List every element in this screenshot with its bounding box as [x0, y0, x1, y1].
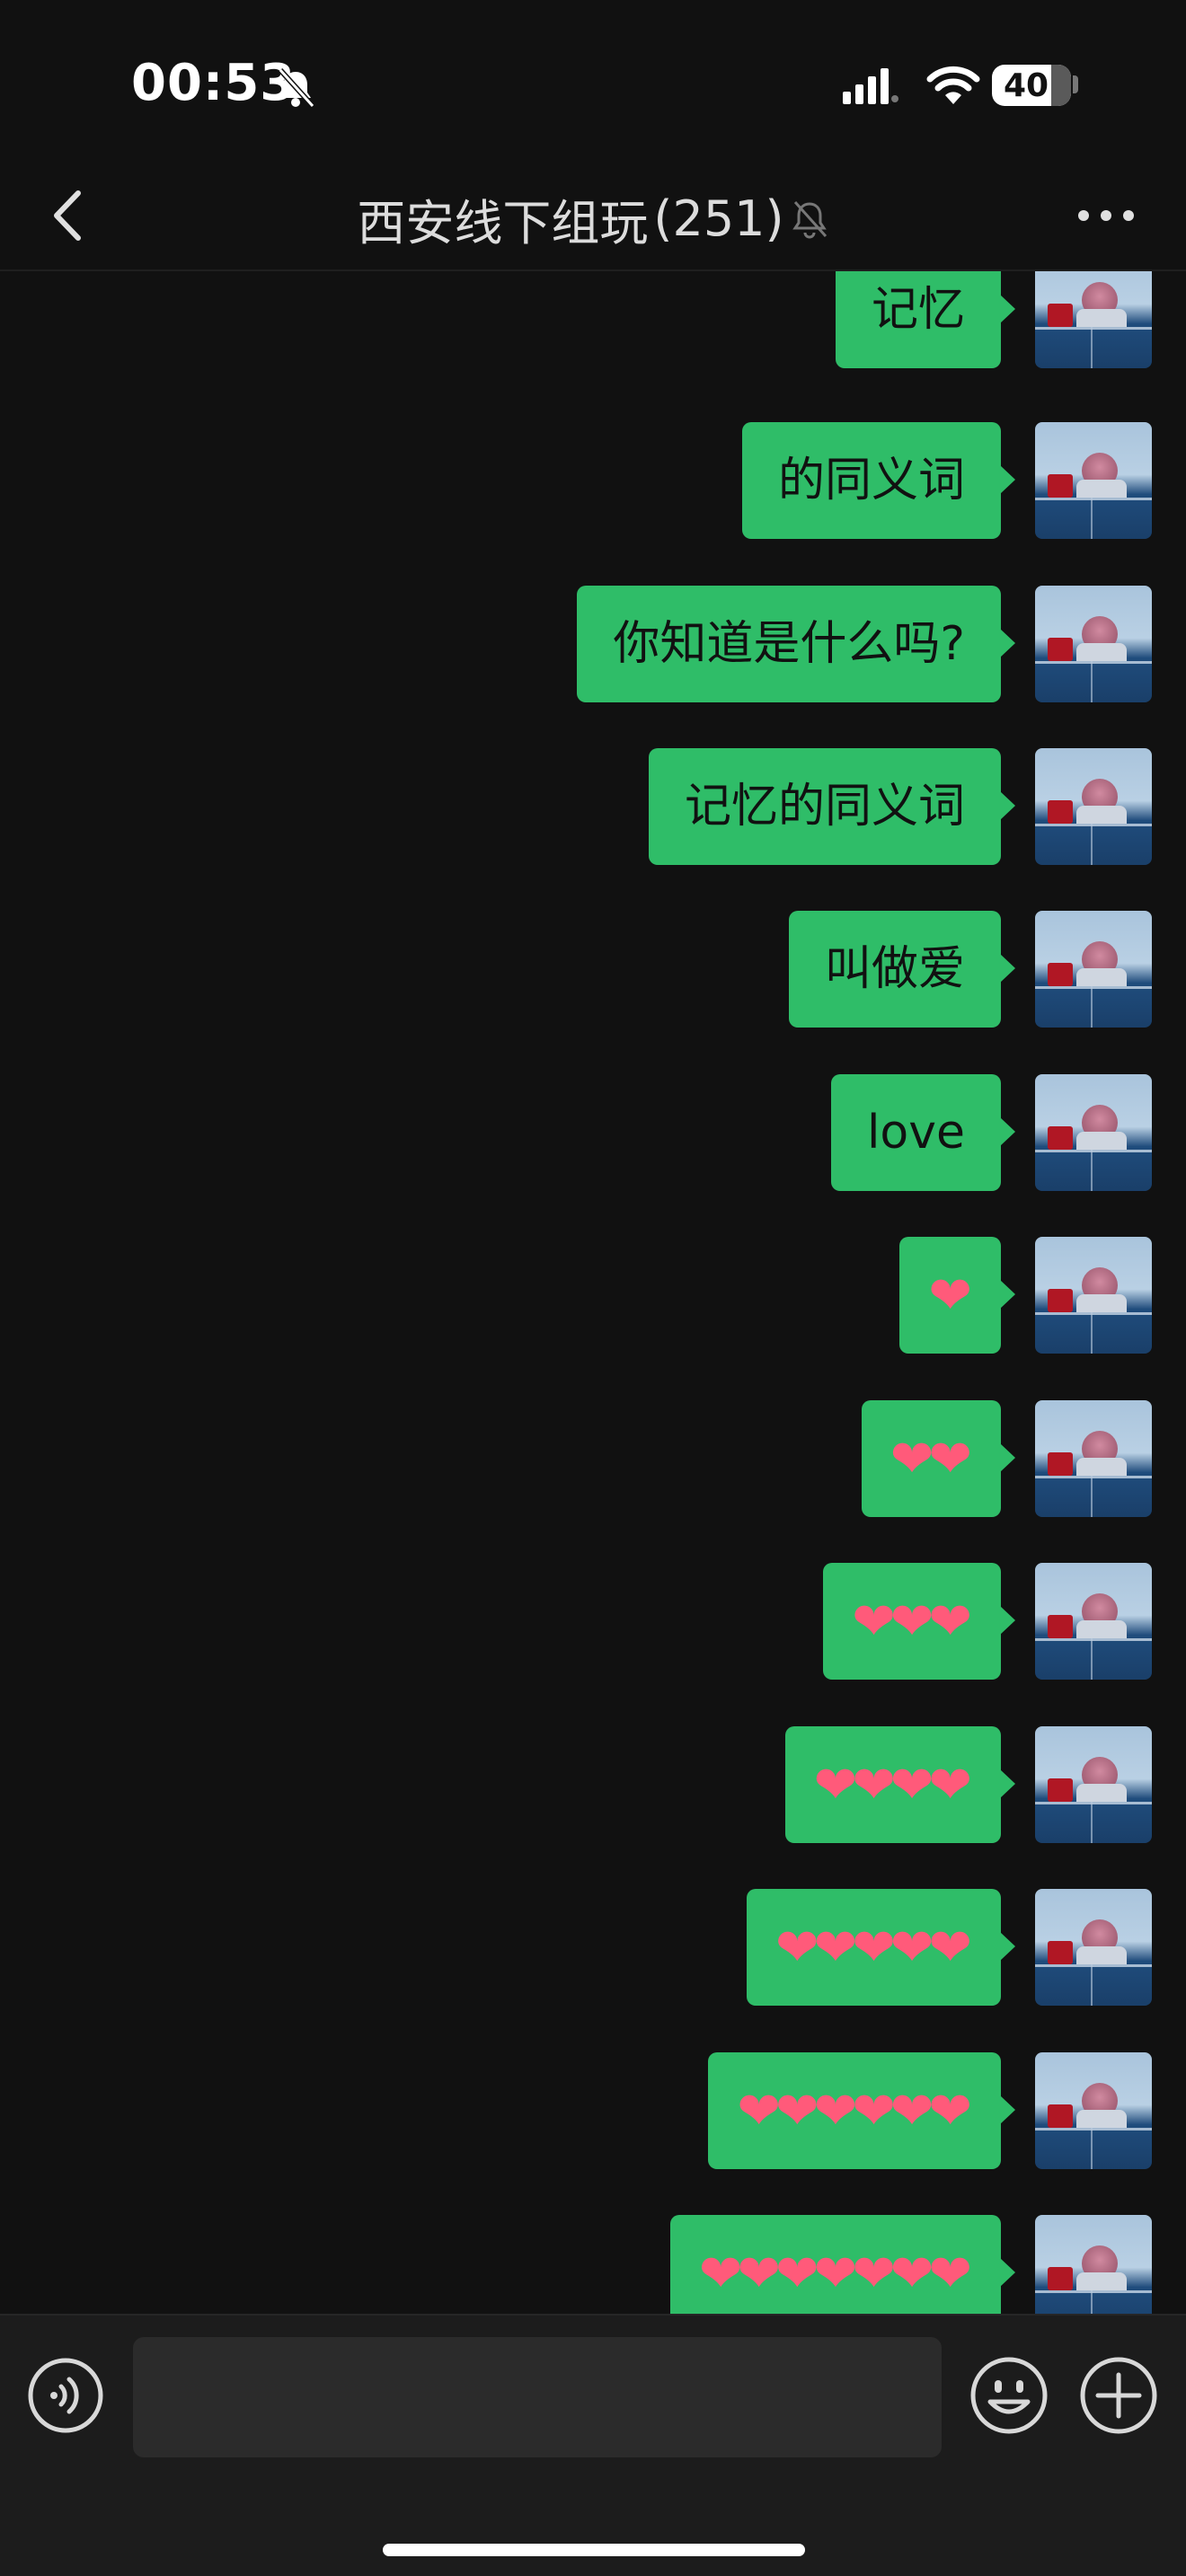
- message-bubble[interactable]: ❤❤❤❤❤: [747, 1889, 1015, 2006]
- message-bubble[interactable]: ❤: [899, 1237, 1015, 1354]
- chat-screen: 00:53 40 西安线下组玩 (251) 记忆 的同义词 你知道是什么吗? 记…: [0, 0, 1186, 2576]
- emoji-icon[interactable]: [969, 2355, 1049, 2436]
- avatar[interactable]: [1035, 1400, 1152, 1517]
- avatar[interactable]: [1035, 271, 1152, 368]
- message-row: ❤❤❤❤❤: [747, 1889, 1152, 2006]
- plus-icon[interactable]: [1078, 2355, 1159, 2436]
- message-row: ❤: [899, 1237, 1152, 1354]
- bell-off-icon: [278, 67, 315, 109]
- avatar[interactable]: [1035, 1237, 1152, 1354]
- message-bubble[interactable]: 记忆: [835, 271, 1016, 368]
- message-row: love: [830, 1074, 1152, 1191]
- message-bubble[interactable]: 记忆的同义词: [648, 748, 1016, 865]
- message-bubble[interactable]: 的同义词: [741, 422, 1016, 539]
- voice-icon[interactable]: [27, 2357, 104, 2434]
- chat-title[interactable]: 西安线下组玩 (251): [0, 183, 1186, 254]
- message-row: ❤❤❤❤❤❤❤: [669, 2215, 1152, 2314]
- avatar[interactable]: [1035, 2215, 1152, 2314]
- battery-icon: 40: [992, 65, 1071, 106]
- message-row: 记忆: [835, 271, 1152, 368]
- avatar[interactable]: [1035, 1889, 1152, 2006]
- message-bubble[interactable]: ❤❤❤❤❤❤❤: [669, 2215, 1016, 2314]
- chat-nav-bar: 西安线下组玩 (251): [0, 162, 1186, 271]
- message-input[interactable]: [133, 2337, 942, 2457]
- message-row: 记忆的同义词: [648, 748, 1152, 865]
- muted-bell-icon: [792, 200, 827, 238]
- chat-input-bar: [0, 2314, 1186, 2576]
- avatar[interactable]: [1035, 1563, 1152, 1680]
- battery-level: 40: [1003, 66, 1049, 104]
- status-time: 00:53: [131, 54, 296, 112]
- avatar[interactable]: [1035, 2052, 1152, 2169]
- avatar[interactable]: [1035, 586, 1152, 702]
- message-bubble[interactable]: ❤❤❤❤❤❤: [708, 2052, 1015, 2169]
- avatar[interactable]: [1035, 422, 1152, 539]
- message-row: 叫做爱: [788, 911, 1152, 1028]
- message-row: 的同义词: [741, 422, 1152, 539]
- battery-empty-portion: [1051, 65, 1071, 106]
- status-bar: 00:53 40: [0, 0, 1186, 162]
- battery-tip: [1073, 75, 1078, 93]
- message-row: ❤❤❤❤❤❤: [708, 2052, 1152, 2169]
- more-dots-icon: [1078, 210, 1134, 221]
- more-button[interactable]: [1066, 187, 1146, 244]
- message-bubble[interactable]: ❤❤: [861, 1400, 1016, 1517]
- message-bubble[interactable]: ❤❤❤❤: [784, 1726, 1016, 1843]
- message-row: ❤❤❤: [823, 1563, 1152, 1680]
- message-list[interactable]: 记忆 的同义词 你知道是什么吗? 记忆的同义词 叫做爱 love ❤ ❤❤ ❤❤…: [0, 271, 1186, 2314]
- member-count: (251): [653, 190, 784, 247]
- avatar[interactable]: [1035, 911, 1152, 1028]
- group-name: 西安线下组玩: [357, 195, 649, 251]
- message-row: ❤❤❤❤: [784, 1726, 1152, 1843]
- message-bubble[interactable]: 叫做爱: [788, 911, 1016, 1028]
- avatar[interactable]: [1035, 748, 1152, 865]
- message-bubble[interactable]: ❤❤❤: [823, 1563, 1015, 1680]
- avatar[interactable]: [1035, 1074, 1152, 1191]
- wifi-icon: [926, 66, 980, 104]
- avatar[interactable]: [1035, 1726, 1152, 1843]
- cellular-signal-icon: [843, 68, 898, 104]
- message-bubble[interactable]: love: [830, 1074, 1016, 1191]
- message-row: 你知道是什么吗?: [577, 586, 1152, 702]
- message-bubble[interactable]: 你知道是什么吗?: [577, 586, 1015, 702]
- home-indicator[interactable]: [383, 2544, 805, 2556]
- message-row: ❤❤: [861, 1400, 1152, 1517]
